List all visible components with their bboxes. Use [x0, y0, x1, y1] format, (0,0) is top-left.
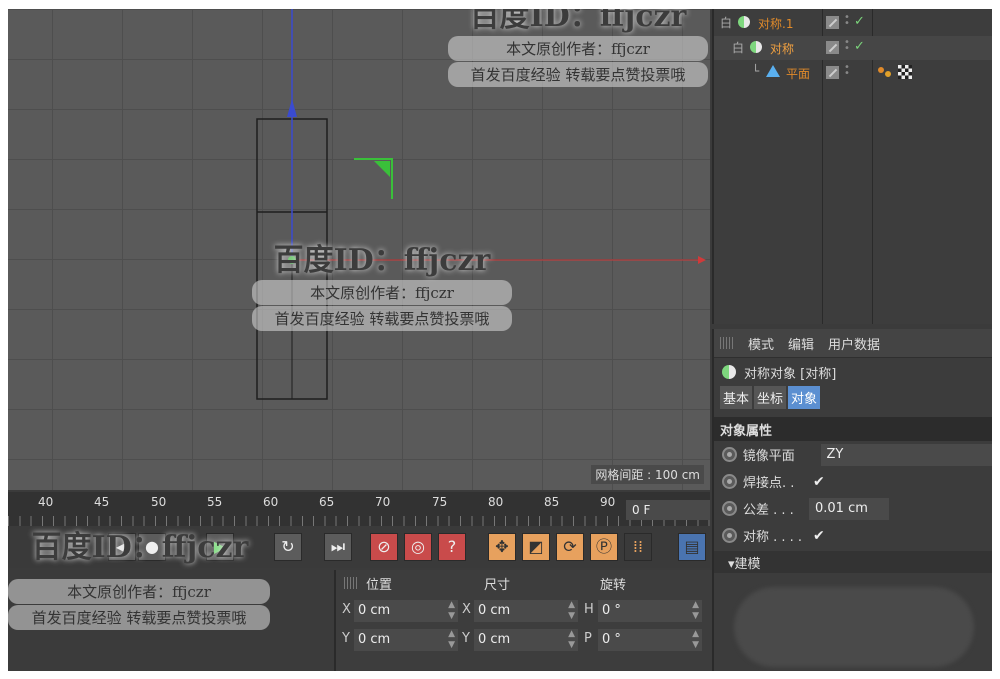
- record-icon[interactable]: ●: [138, 533, 166, 561]
- attribute-manager: 模式 编辑 用户数据 对称对象 [对称] 基本 坐标 对象 对象属性 镜像平面 …: [712, 329, 992, 671]
- editor-render-toggle-icon[interactable]: [826, 41, 839, 54]
- object-row-symmetry-1[interactable]: 白 对称.1 • • ✓: [714, 11, 992, 35]
- attribute-tabs: 基本 坐标 对象: [714, 386, 992, 409]
- position-x-input[interactable]: 0 cm ▲ ▼: [354, 600, 458, 622]
- rotation-h-input[interactable]: 0 ° ▲ ▼: [598, 600, 702, 622]
- viewport-scene: [256, 9, 706, 400]
- position-y-input[interactable]: 0 cm ▲ ▼: [354, 629, 458, 651]
- blurred-region: [734, 587, 974, 667]
- editor-render-toggle-icon[interactable]: [826, 16, 839, 29]
- x-axis-arrow[interactable]: [698, 256, 706, 264]
- loop-icon[interactable]: ↻: [274, 533, 302, 561]
- mirror-plane-dropdown[interactable]: ZY: [820, 443, 992, 466]
- rotation-p-input[interactable]: 0 ° ▲ ▼: [598, 629, 702, 651]
- object-row-symmetry[interactable]: 白 对称 • • ✓: [714, 36, 992, 60]
- symmetry-icon: [722, 365, 736, 379]
- panel-grip-icon[interactable]: [720, 337, 734, 349]
- material-tag-icon[interactable]: [898, 65, 912, 79]
- enabled-check-icon[interactable]: ✓: [854, 39, 865, 54]
- material-manager: 本文原创作者：ffjczr 首发百度经验 转载要点赞投票哦: [8, 570, 332, 671]
- attribute-object-title: 对称对象 [对称]: [714, 358, 992, 386]
- c4d-window: 网格间距 : 100 cm 百度ID：ffjczr 本文原创作者：ffjczr …: [8, 9, 992, 671]
- goto-end-icon[interactable]: ⏭: [324, 533, 352, 561]
- prop-symmetry: 对称 . . . . ✔: [714, 522, 992, 549]
- grid-spacing-label: 网格间距 : 100 cm: [591, 465, 704, 484]
- weld-points-checkbox[interactable]: ✔: [813, 474, 825, 490]
- point-level-icon[interactable]: ⁞⁞: [624, 533, 652, 561]
- menu-edit[interactable]: 编辑: [788, 334, 814, 353]
- param-key-icon[interactable]: Ⓟ: [590, 533, 618, 561]
- header-position: 位置: [366, 577, 393, 593]
- 3d-viewport[interactable]: 网格间距 : 100 cm 百度ID：ffjczr 本文原创作者：ffjczr …: [8, 9, 710, 490]
- current-frame-field[interactable]: 0 F: [626, 500, 710, 520]
- record-keys-icon[interactable]: ⊘: [370, 533, 398, 561]
- header-size: 尺寸: [484, 577, 511, 593]
- animate-radio-icon[interactable]: [722, 474, 737, 489]
- coord-row-x: X 0 cm ▲ ▼ X 0 cm ▲ ▼ H 0 ° ▲ ▼: [340, 600, 710, 622]
- symmetry-icon: [750, 41, 762, 53]
- transport-bar: ◀ ● ▶ ↻ ⏭ ⊘ ◎ ? ✥ ◩ ⟳ Ⓟ ⁞⁞ ▤ 百度ID：ffjczr: [8, 526, 710, 568]
- prop-tolerance: 公差 . . . 0.01 cm: [714, 495, 992, 522]
- animate-radio-icon[interactable]: [722, 501, 737, 516]
- keyframe-selection-icon[interactable]: ?: [438, 533, 466, 561]
- plane-icon: [766, 65, 780, 77]
- section-object-properties: 对象属性: [714, 417, 992, 441]
- tolerance-input[interactable]: 0.01 cm: [809, 497, 889, 520]
- play-icon[interactable]: ▶: [206, 533, 234, 561]
- symmetry-checkbox[interactable]: ✔: [813, 528, 825, 544]
- position-key-icon[interactable]: ✥: [488, 533, 516, 561]
- attribute-menu-bar: 模式 编辑 用户数据: [714, 329, 992, 358]
- y-axis-arrow[interactable]: [287, 99, 297, 117]
- tag-dots-icon[interactable]: [878, 67, 884, 73]
- tab-basic[interactable]: 基本: [720, 386, 753, 409]
- object-manager: 白 对称.1 • • ✓ 白 对称 • • ✓ └ 平面 • •: [712, 9, 992, 324]
- size-y-input[interactable]: 0 cm ▲ ▼: [474, 629, 578, 651]
- autokey-icon[interactable]: ◎: [404, 533, 432, 561]
- prop-weld-points: 焊接点. . ✔: [714, 468, 992, 495]
- timeline-ruler[interactable]: 40 45 50 55 60 65 70 75 80 85 90 0 F: [8, 492, 710, 526]
- coordinate-manager: 位置 尺寸 旋转 X 0 cm ▲ ▼ X 0 cm ▲ ▼ H 0 ° ▲ ▼ Y 0 c…: [334, 570, 712, 671]
- menu-user-data[interactable]: 用户数据: [828, 334, 880, 353]
- editor-render-toggle-icon[interactable]: [826, 66, 839, 79]
- coord-row-y: Y 0 cm ▲ ▼ Y 0 cm ▲ ▼ P 0 ° ▲ ▼: [340, 629, 710, 651]
- rotation-key-icon[interactable]: ⟳: [556, 533, 584, 561]
- enabled-check-icon[interactable]: ✓: [854, 14, 865, 29]
- prop-mirror-plane: 镜像平面 ZY: [714, 441, 992, 468]
- tab-coord[interactable]: 坐标: [754, 386, 787, 409]
- watermark-bottom-lines: 本文原创作者：ffjczr 首发百度经验 转载要点赞投票哦: [8, 578, 270, 630]
- menu-mode[interactable]: 模式: [748, 334, 774, 353]
- origin-handle[interactable]: [288, 256, 296, 264]
- prev-key-icon[interactable]: ◀: [108, 533, 136, 561]
- animate-radio-icon[interactable]: [722, 447, 737, 462]
- scale-key-icon[interactable]: ◩: [522, 533, 550, 561]
- object-row-plane[interactable]: └ 平面 • •: [714, 61, 992, 85]
- timeline-icon[interactable]: ▤: [678, 533, 706, 561]
- tab-object[interactable]: 对象: [788, 386, 821, 409]
- animate-radio-icon[interactable]: [722, 528, 737, 543]
- size-x-input[interactable]: 0 cm ▲ ▼: [474, 600, 578, 622]
- section-modeling-toggle[interactable]: ▾建模: [714, 551, 992, 573]
- panel-grip-icon[interactable]: [344, 577, 358, 589]
- symmetry-icon: [738, 16, 750, 28]
- header-rotation: 旋转: [600, 577, 627, 593]
